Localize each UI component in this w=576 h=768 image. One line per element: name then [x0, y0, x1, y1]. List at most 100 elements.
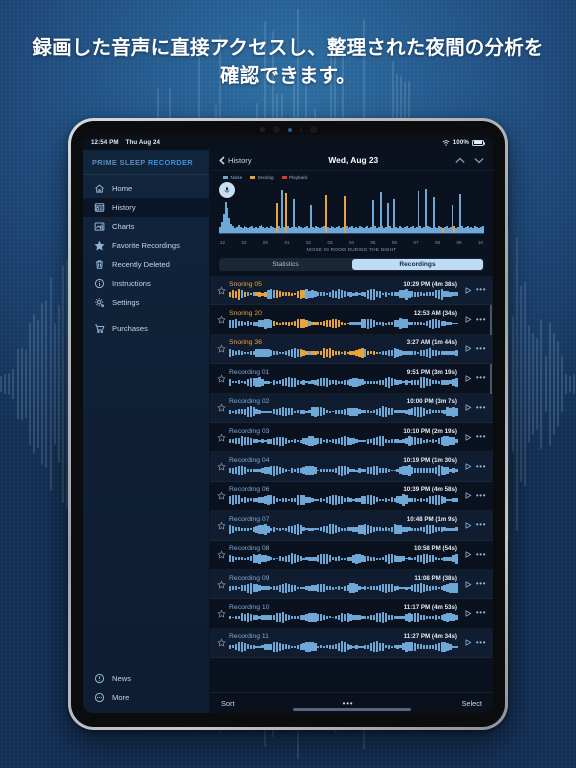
- recording-waveform[interactable]: [229, 435, 458, 447]
- waveform-bar: [237, 409, 241, 415]
- recording-waveform[interactable]: [229, 288, 458, 300]
- sidebar-label-purchases: Purchases: [112, 324, 148, 333]
- microphone-badge[interactable]: [219, 182, 235, 198]
- sort-button[interactable]: Sort: [221, 699, 235, 708]
- recording-waveform[interactable]: [229, 376, 458, 389]
- waveform-bar: [296, 410, 299, 414]
- favorite-star-icon[interactable]: [216, 344, 227, 354]
- play-button[interactable]: [461, 462, 474, 471]
- play-button[interactable]: [461, 638, 474, 647]
- recording-waveform[interactable]: [229, 553, 458, 565]
- recording-waveform[interactable]: [229, 406, 458, 418]
- sidebar-item-recently-deleted[interactable]: Recently Deleted: [83, 255, 209, 274]
- recording-waveform[interactable]: [229, 641, 458, 653]
- waveform-bar: [340, 381, 343, 384]
- recording-row[interactable]: Recording 04 10:19 PM (1m 30s) •••: [210, 452, 493, 482]
- recording-waveform[interactable]: [229, 465, 458, 476]
- recordings-list[interactable]: Snoring 05 10:29 PM (4m 38s) ••• Snoring 20…: [210, 276, 493, 692]
- row-menu-button[interactable]: •••: [474, 286, 488, 294]
- recording-time-duration: 10:19 PM (1m 30s): [403, 457, 457, 465]
- waveform-bar: [381, 557, 385, 561]
- recording-row[interactable]: Snoring 36 3:27 AM (1m 44s) •••: [210, 334, 493, 365]
- recording-row[interactable]: Recording 11 11:27 PM (4m 34s) •••: [210, 628, 493, 659]
- waveform-bar: [370, 318, 373, 329]
- favorite-star-icon[interactable]: [216, 550, 227, 559]
- waveform-bar: [231, 586, 235, 591]
- waveform-bar: [455, 615, 458, 620]
- recording-waveform[interactable]: [229, 523, 458, 535]
- favorite-star-icon[interactable]: [216, 609, 227, 618]
- recording-waveform[interactable]: [229, 318, 458, 329]
- waveform-bar: [425, 439, 429, 444]
- recording-waveform[interactable]: [229, 612, 458, 623]
- recording-row[interactable]: Recording 08 10:58 PM (54s) •••: [210, 541, 493, 570]
- play-button[interactable]: [461, 609, 474, 618]
- sidebar-item-home[interactable]: Home: [83, 179, 209, 198]
- sidebar-item-more[interactable]: More: [83, 688, 209, 707]
- recording-row[interactable]: Snoring 20 12:53 AM (34s) •••: [210, 305, 493, 335]
- row-menu-button[interactable]: •••: [474, 433, 488, 441]
- sidebar-item-purchases[interactable]: Purchases: [83, 319, 209, 338]
- recording-row[interactable]: Recording 09 11:08 PM (38s) •••: [210, 569, 493, 600]
- sidebar-item-settings[interactable]: Settings: [83, 293, 209, 312]
- sidebar-item-favorite-recordings[interactable]: Favorite Recordings: [83, 236, 209, 255]
- chevron-down-icon[interactable]: [474, 157, 484, 164]
- tab-statistics[interactable]: Statistics: [220, 259, 351, 270]
- waveform-bar: [375, 586, 379, 590]
- row-menu-button[interactable]: •••: [474, 374, 488, 382]
- play-button[interactable]: [461, 344, 474, 353]
- row-menu-button[interactable]: •••: [474, 462, 488, 471]
- favorite-star-icon[interactable]: [216, 580, 227, 589]
- recording-row[interactable]: Recording 06 10:39 PM (4m 58s) •••: [210, 482, 493, 512]
- row-menu-button[interactable]: •••: [474, 315, 488, 324]
- play-button[interactable]: [461, 315, 474, 324]
- recording-waveform[interactable]: [229, 347, 458, 359]
- favorite-star-icon[interactable]: [216, 433, 227, 442]
- sidebar-item-instructions[interactable]: Instructions: [83, 274, 209, 293]
- play-button[interactable]: [461, 521, 474, 530]
- favorite-star-icon[interactable]: [216, 491, 227, 501]
- favorite-star-icon[interactable]: [216, 638, 227, 647]
- recording-row[interactable]: Recording 01 9:51 PM (3m 19s) •••: [210, 364, 493, 394]
- waveform-bar: [425, 409, 429, 414]
- recording-info: Recording 11 11:27 PM (4m 34s): [227, 633, 461, 653]
- row-menu-button[interactable]: •••: [474, 403, 488, 412]
- play-button[interactable]: [461, 550, 474, 559]
- waveform-bar: [278, 612, 282, 623]
- select-button[interactable]: Select: [461, 699, 482, 708]
- favorite-star-icon[interactable]: [216, 315, 227, 324]
- sidebar-item-news[interactable]: News: [83, 669, 209, 688]
- row-menu-button[interactable]: •••: [474, 580, 488, 588]
- recording-row[interactable]: Recording 10 11:17 PM (4m 53s) •••: [210, 599, 493, 629]
- favorite-star-icon[interactable]: [216, 286, 227, 295]
- recording-row[interactable]: Recording 03 10:10 PM (2m 19s) •••: [210, 423, 493, 453]
- chevron-up-icon[interactable]: [455, 157, 465, 164]
- tab-recordings[interactable]: Recordings: [352, 259, 483, 270]
- waveform-bar: [290, 615, 294, 619]
- row-menu-button[interactable]: •••: [474, 521, 488, 529]
- sidebar-item-history[interactable]: History: [83, 198, 209, 217]
- play-button[interactable]: [461, 286, 474, 295]
- toolbar-more-button[interactable]: •••: [343, 699, 354, 708]
- row-menu-button[interactable]: •••: [474, 344, 488, 353]
- row-menu-button[interactable]: •••: [474, 609, 488, 617]
- row-menu-button[interactable]: •••: [474, 550, 488, 559]
- favorite-star-icon[interactable]: [216, 374, 227, 383]
- back-button[interactable]: History: [219, 156, 252, 165]
- play-button[interactable]: [461, 433, 474, 442]
- recording-waveform[interactable]: [229, 582, 458, 594]
- play-button[interactable]: [461, 403, 474, 412]
- play-button[interactable]: [461, 491, 474, 500]
- sidebar-item-charts[interactable]: Charts: [83, 217, 209, 236]
- play-button[interactable]: [461, 374, 474, 383]
- recording-waveform[interactable]: [229, 494, 458, 506]
- recording-row[interactable]: Snoring 05 10:29 PM (4m 38s) •••: [210, 276, 493, 306]
- favorite-star-icon[interactable]: [216, 462, 227, 471]
- row-menu-button[interactable]: •••: [474, 491, 488, 500]
- recording-row[interactable]: Recording 07 10:48 PM (1m 9s) •••: [210, 511, 493, 541]
- favorite-star-icon[interactable]: [216, 403, 227, 412]
- recording-row[interactable]: Recording 02 10:00 PM (3m 7s) •••: [210, 393, 493, 423]
- favorite-star-icon[interactable]: [216, 521, 227, 530]
- play-button[interactable]: [461, 580, 474, 589]
- row-menu-button[interactable]: •••: [474, 638, 488, 647]
